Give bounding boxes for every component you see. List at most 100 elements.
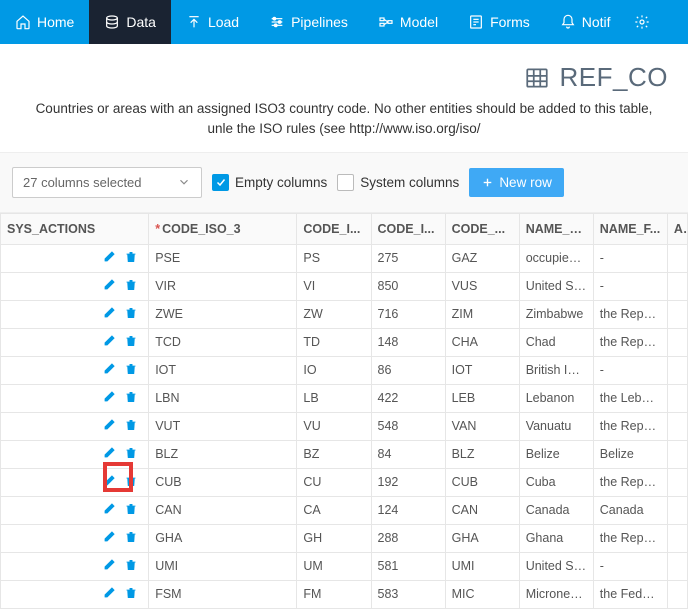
- col-header[interactable]: CODE_I...: [371, 213, 445, 244]
- nav-pipelines[interactable]: Pipelines: [254, 0, 363, 44]
- edit-icon[interactable]: [102, 250, 116, 264]
- cell-c3[interactable]: 84: [371, 440, 445, 468]
- cell-iso3[interactable]: CAN: [149, 496, 297, 524]
- cell-c2[interactable]: CA: [297, 496, 371, 524]
- trash-icon[interactable]: [124, 418, 138, 432]
- col-header[interactable]: *CODE_ISO_3: [149, 213, 297, 244]
- edit-icon[interactable]: [102, 474, 116, 488]
- cell-full[interactable]: -: [593, 244, 667, 272]
- col-header[interactable]: CODE_I...: [297, 213, 371, 244]
- col-header[interactable]: SYS_ACTIONS: [1, 213, 149, 244]
- cell-c2[interactable]: IO: [297, 356, 371, 384]
- cell-c3[interactable]: 583: [371, 580, 445, 608]
- cell-c2[interactable]: VI: [297, 272, 371, 300]
- edit-icon[interactable]: [102, 418, 116, 432]
- nav-forms[interactable]: Forms: [453, 0, 545, 44]
- cell-c4[interactable]: GAZ: [445, 244, 519, 272]
- cell-full[interactable]: the Republic: [593, 328, 667, 356]
- edit-icon[interactable]: [102, 530, 116, 544]
- cell-c2[interactable]: ZW: [297, 300, 371, 328]
- cell-full[interactable]: the Federate: [593, 580, 667, 608]
- cell-short[interactable]: Lebanon: [519, 384, 593, 412]
- nav-data[interactable]: Data: [89, 0, 171, 44]
- nav-notif[interactable]: Notif: [545, 0, 626, 44]
- cell-short[interactable]: Zimbabwe: [519, 300, 593, 328]
- cell-c4[interactable]: BLZ: [445, 440, 519, 468]
- nav-load[interactable]: Load: [171, 0, 254, 44]
- edit-icon[interactable]: [102, 586, 116, 600]
- cell-c3[interactable]: 275: [371, 244, 445, 272]
- cell-full[interactable]: -: [593, 552, 667, 580]
- trash-icon[interactable]: [124, 306, 138, 320]
- cell-extra[interactable]: [667, 580, 687, 608]
- empty-columns-checkbox[interactable]: Empty columns: [212, 174, 327, 191]
- cell-c4[interactable]: UMI: [445, 552, 519, 580]
- trash-icon[interactable]: [124, 502, 138, 516]
- cell-iso3[interactable]: VUT: [149, 412, 297, 440]
- cell-extra[interactable]: [667, 244, 687, 272]
- cell-iso3[interactable]: UMI: [149, 552, 297, 580]
- cell-c3[interactable]: 148: [371, 328, 445, 356]
- cell-c3[interactable]: 548: [371, 412, 445, 440]
- cell-short[interactable]: Micronesia (F: [519, 580, 593, 608]
- edit-icon[interactable]: [102, 558, 116, 572]
- trash-icon[interactable]: [124, 446, 138, 460]
- nav-home[interactable]: Home: [0, 0, 89, 44]
- cell-full[interactable]: Belize: [593, 440, 667, 468]
- cell-c3[interactable]: 86: [371, 356, 445, 384]
- edit-icon[interactable]: [102, 446, 116, 460]
- cell-iso3[interactable]: VIR: [149, 272, 297, 300]
- trash-icon[interactable]: [124, 530, 138, 544]
- trash-icon[interactable]: [124, 278, 138, 292]
- cell-extra[interactable]: [667, 496, 687, 524]
- cell-iso3[interactable]: TCD: [149, 328, 297, 356]
- cell-c4[interactable]: ZIM: [445, 300, 519, 328]
- col-header[interactable]: CODE_...: [445, 213, 519, 244]
- cell-full[interactable]: the Republic: [593, 468, 667, 496]
- cell-short[interactable]: United States: [519, 552, 593, 580]
- cell-c4[interactable]: VAN: [445, 412, 519, 440]
- cell-c3[interactable]: 192: [371, 468, 445, 496]
- trash-icon[interactable]: [124, 586, 138, 600]
- edit-icon[interactable]: [102, 362, 116, 376]
- trash-icon[interactable]: [124, 334, 138, 348]
- cell-iso3[interactable]: CUB: [149, 468, 297, 496]
- edit-icon[interactable]: [102, 390, 116, 404]
- cell-short[interactable]: Cuba: [519, 468, 593, 496]
- cell-extra[interactable]: [667, 328, 687, 356]
- cell-extra[interactable]: [667, 356, 687, 384]
- col-header[interactable]: NAME_F...: [593, 213, 667, 244]
- cell-full[interactable]: Canada: [593, 496, 667, 524]
- cell-extra[interactable]: [667, 272, 687, 300]
- system-columns-checkbox[interactable]: System columns: [337, 174, 459, 191]
- cell-full[interactable]: -: [593, 272, 667, 300]
- cell-c2[interactable]: LB: [297, 384, 371, 412]
- cell-extra[interactable]: [667, 412, 687, 440]
- cell-full[interactable]: the Republic: [593, 300, 667, 328]
- col-header[interactable]: NAME_S...: [519, 213, 593, 244]
- cell-c2[interactable]: TD: [297, 328, 371, 356]
- edit-icon[interactable]: [102, 306, 116, 320]
- cell-short[interactable]: British Indian: [519, 356, 593, 384]
- cell-c2[interactable]: CU: [297, 468, 371, 496]
- cell-short[interactable]: Vanuatu: [519, 412, 593, 440]
- cell-c3[interactable]: 850: [371, 272, 445, 300]
- edit-icon[interactable]: [102, 278, 116, 292]
- trash-icon[interactable]: [124, 362, 138, 376]
- cell-short[interactable]: United States: [519, 272, 593, 300]
- trash-icon[interactable]: [124, 558, 138, 572]
- cell-c4[interactable]: CAN: [445, 496, 519, 524]
- cell-c2[interactable]: PS: [297, 244, 371, 272]
- trash-icon[interactable]: [124, 250, 138, 264]
- cell-short[interactable]: Chad: [519, 328, 593, 356]
- trash-icon[interactable]: [124, 474, 138, 488]
- cell-extra[interactable]: [667, 440, 687, 468]
- cell-iso3[interactable]: PSE: [149, 244, 297, 272]
- cell-c4[interactable]: LEB: [445, 384, 519, 412]
- cell-c4[interactable]: VUS: [445, 272, 519, 300]
- cell-iso3[interactable]: BLZ: [149, 440, 297, 468]
- cell-c2[interactable]: BZ: [297, 440, 371, 468]
- cell-iso3[interactable]: FSM: [149, 580, 297, 608]
- nav-model[interactable]: Model: [363, 0, 453, 44]
- cell-c2[interactable]: UM: [297, 552, 371, 580]
